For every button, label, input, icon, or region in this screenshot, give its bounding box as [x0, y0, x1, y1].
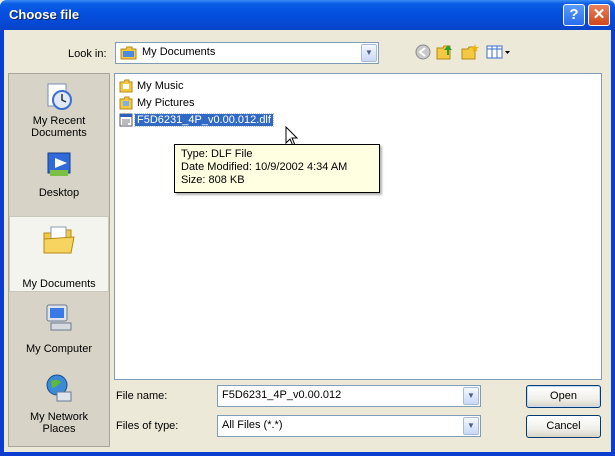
- network-places-icon: [46, 374, 72, 402]
- views-menu-icon[interactable]: [485, 43, 511, 61]
- chevron-down-icon[interactable]: ▼: [463, 387, 479, 405]
- place-label: Desktop: [38, 187, 80, 199]
- place-label: My Recent Documents: [31, 115, 87, 139]
- title-bar[interactable]: Choose file ? ✕: [0, 0, 615, 30]
- place-my-network-places[interactable]: My Network Places: [9, 372, 109, 444]
- place-desktop[interactable]: Desktop: [9, 148, 109, 202]
- places-bar: My Recent Documents Desktop My Documents: [8, 73, 110, 447]
- file-icon: [119, 113, 133, 127]
- tooltip-modified: Date Modified: 10/9/2002 4:34 AM: [181, 161, 348, 173]
- file-name: My Music: [137, 80, 184, 92]
- file-name: F5D6231_4P_v0.00.012.dlf: [134, 113, 274, 127]
- folder-icon: [119, 79, 133, 93]
- folder-icon: [119, 96, 133, 110]
- my-computer-icon: [46, 304, 72, 331]
- place-label: My Computer: [25, 343, 93, 355]
- dialog-body: Look in: My Documents ▼ My Recent Docume…: [4, 30, 611, 452]
- look-in-value: My Documents: [142, 46, 216, 58]
- open-button[interactable]: Open: [526, 385, 601, 408]
- files-of-type-label: Files of type:: [116, 420, 179, 432]
- file-name-label: File name:: [116, 390, 168, 402]
- choose-file-dialog: Choose file ? ✕ Look in: My Documents ▼: [0, 0, 615, 456]
- tooltip-type: Type: DLF File: [181, 148, 253, 160]
- close-button[interactable]: ✕: [588, 4, 610, 26]
- file-list[interactable]: My Music My Pictures F5D6231_4P_v0.00.01…: [114, 73, 602, 380]
- up-folder-icon[interactable]: [435, 43, 455, 61]
- file-name: My Pictures: [137, 97, 195, 109]
- chevron-down-icon[interactable]: ▼: [463, 417, 479, 435]
- file-name-field[interactable]: F5D6231_4P_v0.00.012 ▼: [217, 385, 481, 407]
- window-title: Choose file: [9, 7, 80, 22]
- recent-documents-icon: [47, 83, 72, 110]
- file-name-value[interactable]: F5D6231_4P_v0.00.012: [222, 389, 341, 401]
- chevron-down-icon[interactable]: ▼: [361, 44, 377, 62]
- place-label: My Network Places: [29, 411, 89, 435]
- files-of-type-value: All Files (*.*): [222, 419, 283, 431]
- files-of-type-dropdown[interactable]: All Files (*.*) ▼: [217, 415, 481, 437]
- place-my-computer[interactable]: My Computer: [9, 302, 109, 362]
- look-in-dropdown[interactable]: My Documents ▼: [115, 42, 379, 64]
- desktop-icon: [47, 152, 71, 176]
- my-documents-icon: [43, 226, 75, 254]
- help-button[interactable]: ?: [563, 4, 585, 26]
- look-in-label: Look in:: [68, 48, 107, 60]
- tooltip-size: Size: 808 KB: [181, 174, 245, 186]
- folder-icon: [120, 46, 137, 60]
- place-label: My Documents: [22, 278, 96, 290]
- file-info-tooltip: Type: DLF File Date Modified: 10/9/2002 …: [174, 144, 380, 193]
- cancel-button[interactable]: Cancel: [526, 415, 601, 438]
- place-my-documents[interactable]: My Documents: [9, 216, 109, 292]
- place-my-recent-documents[interactable]: My Recent Documents: [9, 80, 109, 139]
- new-folder-icon[interactable]: [460, 43, 480, 61]
- back-icon[interactable]: [413, 43, 433, 61]
